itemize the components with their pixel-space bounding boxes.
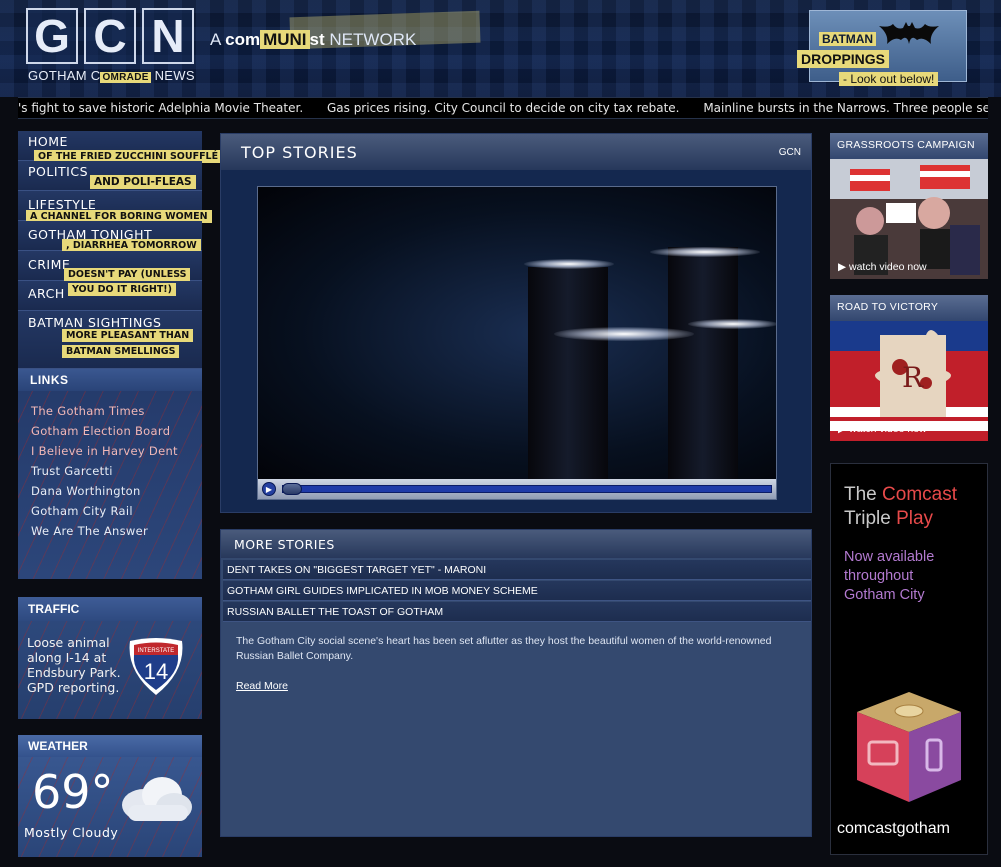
- ad-text: Now available: [844, 549, 935, 565]
- nav-item-home[interactable]: HOME OF THE FRIED ZUCCHINI SOUFFLÉ: [18, 131, 223, 163]
- network-tagline: A com MUNI st NETWORK: [210, 30, 417, 49]
- comcast-ad[interactable]: The Comcast Triple Play Now available th…: [830, 463, 988, 855]
- story-headline: RUSSIAN BALLET THE TOAST OF GOTHAM: [227, 606, 444, 618]
- nav-tape: MORE PLEASANT THAN: [62, 329, 194, 342]
- read-more-link[interactable]: Read More: [236, 680, 288, 692]
- grassroots-campaign-promo[interactable]: GRASSROOTS CAMPAIGN ▶ watch video now: [830, 133, 988, 281]
- link-gotham-city-rail[interactable]: Gotham City Rail: [31, 504, 133, 518]
- ticker-item[interactable]: Mainline bursts in the Narrows. Three pe…: [703, 101, 988, 115]
- more-stories-header: MORE STORIES: [221, 530, 811, 558]
- weather-title: WEATHER: [18, 735, 202, 757]
- ad-headline-1: The Comcast: [844, 484, 957, 505]
- nav-item-batman-sightings[interactable]: BATMAN SIGHTINGS MORE PLEASANT THAN BATM…: [18, 311, 202, 369]
- link-harvey-dent[interactable]: I Believe in Harvey Dent: [31, 444, 178, 458]
- video-controls: ▶: [258, 479, 776, 499]
- top-stories-badge: GCN: [778, 147, 801, 158]
- watch-video-link[interactable]: ▶ watch video now: [838, 423, 927, 435]
- nav-item-lifestyle[interactable]: LIFESTYLE A CHANNEL FOR BORING WOMEN: [18, 191, 212, 223]
- ticker-item[interactable]: Gas prices rising. City Council to decid…: [327, 101, 680, 115]
- more-stories-title: MORE STORIES: [234, 537, 335, 552]
- story-description: The Gotham City social scene's heart has…: [236, 635, 772, 662]
- svg-text:R: R: [902, 361, 924, 394]
- ad-headline-2: Triple Play: [844, 508, 934, 529]
- watch-video-link[interactable]: ▶ watch video now: [838, 261, 927, 273]
- more-stories-panel: MORE STORIES DENT TAKES ON "BIGGEST TARG…: [220, 529, 812, 837]
- nav-tape: AND POLI-FLEAS: [90, 175, 196, 189]
- promo-title: GRASSROOTS CAMPAIGN: [830, 133, 988, 159]
- video-player[interactable]: ▶: [257, 186, 777, 500]
- link-we-are-the-answer[interactable]: We Are The Answer: [31, 524, 148, 538]
- traffic-report: Loose animal along I-14 at Endsbury Park…: [27, 635, 121, 695]
- link-election-board[interactable]: Gotham Election Board: [31, 424, 170, 438]
- promo-title: ROAD TO VICTORY: [830, 295, 988, 321]
- seek-thumb[interactable]: [282, 483, 302, 495]
- nav-item-archives[interactable]: ARCH YOU DO IT RIGHT!): [18, 281, 202, 311]
- weather-condition: Mostly Cloudy: [24, 825, 119, 840]
- story-row[interactable]: RUSSIAN BALLET THE TOAST OF GOTHAM: [223, 602, 811, 622]
- link-dana-worthington[interactable]: Dana Worthington: [31, 484, 141, 498]
- interstate-shield-icon: INTERSTATE 14: [124, 635, 188, 697]
- link-gotham-times[interactable]: The Gotham Times: [31, 404, 145, 418]
- story-headline: GOTHAM GIRL GUIDES IMPLICATED IN MOB MON…: [227, 585, 538, 597]
- traffic-title: TRAFFIC: [18, 597, 202, 621]
- road-to-victory-promo[interactable]: ROAD TO VICTORY R ▶ watch video now: [830, 295, 988, 441]
- svg-text:14: 14: [144, 659, 168, 684]
- gcn-logo[interactable]: G C N GOTHAM C OMRADE NEWS: [22, 8, 198, 90]
- nav-tape: BATMAN SMELLINGS: [62, 345, 180, 358]
- news-ticker: 's fight to save historic Adelphia Movie…: [18, 97, 988, 119]
- nav-tape: YOU DO IT RIGHT!): [68, 283, 176, 296]
- logo-subtitle: GOTHAM C OMRADE NEWS: [28, 68, 195, 83]
- batman-line3: - Look out below!: [839, 72, 939, 86]
- nav-tape: DOESN'T PAY (UNLESS: [64, 268, 191, 281]
- triple-play-cube-icon: [853, 688, 965, 806]
- links-panel: LINKS The Gotham Times Gotham Election B…: [18, 369, 202, 579]
- nav-item-gotham-tonight[interactable]: GOTHAM TONIGHT , DIARRHEA TOMORROW: [18, 221, 202, 252]
- link-trust-garcetti[interactable]: Trust Garcetti: [31, 464, 113, 478]
- nav-item-crime[interactable]: CRIME DOESN'T PAY (UNLESS: [18, 251, 202, 281]
- batman-droppings-banner[interactable]: BATMAN DROPPINGS - Look out below!: [779, 8, 969, 94]
- bat-symbol-icon: [879, 22, 939, 52]
- nav-label: POLITICS: [28, 164, 89, 179]
- nav-item-politics[interactable]: POLITICS AND POLI-FLEAS: [18, 161, 202, 191]
- svg-text:INTERSTATE: INTERSTATE: [138, 648, 174, 654]
- weather-widget: WEATHER 69° Mostly Cloudy: [18, 735, 202, 857]
- logo-letter-n: N: [142, 8, 194, 64]
- nav-label: ARCH: [28, 286, 65, 301]
- ticker-item[interactable]: 's fight to save historic Adelphia Movie…: [18, 101, 303, 115]
- ad-text: throughout: [844, 568, 914, 584]
- cloud-icon: [114, 771, 194, 827]
- nav-label: HOME: [28, 134, 68, 149]
- ad-text: Gotham City: [844, 587, 925, 603]
- video-frame[interactable]: [258, 187, 776, 479]
- top-stories-title: TOP STORIES: [241, 143, 358, 162]
- story-headline: DENT TAKES ON "BIGGEST TARGET YET" - MAR…: [227, 564, 487, 576]
- top-stories-panel: TOP STORIES GCN ▶: [220, 133, 812, 513]
- logo-letter-g: G: [26, 8, 78, 64]
- batman-line1: BATMAN: [819, 32, 877, 46]
- story-row[interactable]: DENT TAKES ON "BIGGEST TARGET YET" - MAR…: [223, 560, 811, 580]
- site-header: G C N GOTHAM C OMRADE NEWS A com MUNI st NE…: [0, 0, 1001, 97]
- main-nav: HOME OF THE FRIED ZUCCHINI SOUFFLÉ POLIT…: [18, 131, 223, 369]
- traffic-widget: TRAFFIC Loose animal along I-14 at Endsb…: [18, 597, 202, 719]
- play-button[interactable]: ▶: [262, 482, 276, 496]
- logo-letter-c: C: [84, 8, 136, 64]
- links-title: LINKS: [18, 369, 202, 391]
- play-icon: ▶: [265, 484, 273, 494]
- top-stories-header: TOP STORIES GCN: [221, 134, 811, 170]
- comcast-logo[interactable]: comcastgotham: [837, 820, 950, 838]
- nav-label: BATMAN SIGHTINGS: [28, 315, 162, 330]
- batman-line2: DROPPINGS: [797, 50, 890, 68]
- story-row[interactable]: GOTHAM GIRL GUIDES IMPLICATED IN MOB MON…: [223, 581, 811, 601]
- weather-temperature: 69°: [32, 765, 114, 819]
- seek-bar[interactable]: [282, 485, 772, 493]
